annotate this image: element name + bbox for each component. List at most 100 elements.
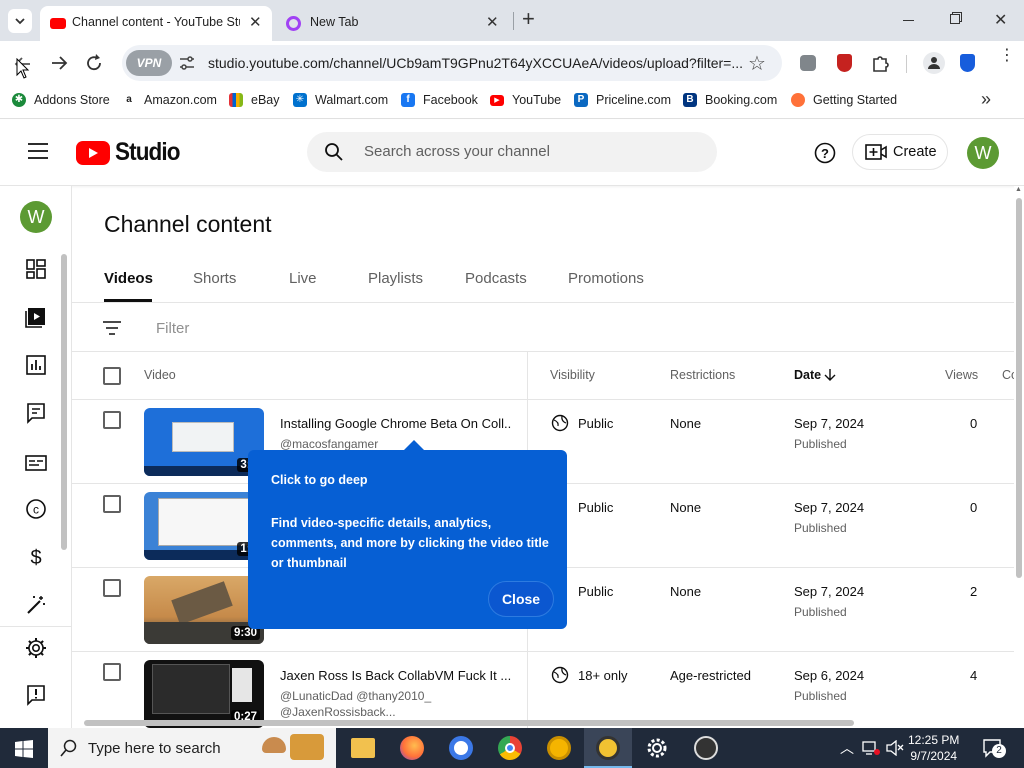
row-checkbox[interactable] [103, 495, 121, 513]
page-vertical-scrollbar[interactable]: ▲ [1014, 186, 1024, 730]
taskbar-search-box[interactable]: Type here to search [48, 728, 336, 768]
close-window-icon[interactable]: ✕ [994, 10, 1007, 30]
sort-down-arrow-icon[interactable] [824, 368, 836, 382]
extension-puzzle-gray-icon[interactable] [800, 55, 816, 71]
browser-tab-newtab[interactable]: New Tab ✕ [276, 6, 512, 41]
tab-videos[interactable]: Videos [104, 270, 153, 287]
address-bar[interactable]: VPN studio.youtube.com/channel/UCb9amT9G… [122, 45, 782, 81]
vpn-badge[interactable]: VPN [126, 50, 172, 76]
visibility-value[interactable]: Public [578, 584, 613, 599]
edge-chromium-icon[interactable] [449, 736, 473, 760]
tab-shorts[interactable]: Shorts [193, 270, 236, 287]
popup-close-button[interactable]: Close [488, 581, 554, 617]
earn-dollar-icon[interactable]: $ [24, 545, 48, 569]
tab-playlists[interactable]: Playlists [368, 270, 423, 287]
file-explorer-icon[interactable] [351, 738, 375, 758]
analytics-icon[interactable] [24, 353, 48, 377]
reload-icon[interactable] [83, 52, 105, 74]
video-title[interactable]: Installing Google Chrome Beta On Coll... [280, 416, 512, 431]
tab-live[interactable]: Live [289, 270, 317, 287]
obs-taskbar-icon[interactable] [694, 736, 718, 760]
filter-input[interactable]: Filter [156, 320, 189, 337]
tray-overflow-chevron-icon[interactable]: ︿ [840, 738, 854, 758]
bookmark-item[interactable]: a Amazon.com [122, 93, 217, 107]
subtitles-icon[interactable] [24, 451, 48, 475]
row-checkbox[interactable] [103, 579, 121, 597]
ublock-shield-icon[interactable] [837, 54, 852, 72]
bookmark-item[interactable]: eBay [229, 93, 280, 107]
chrome-taskbar-icon[interactable] [498, 736, 522, 760]
dashboard-icon[interactable] [24, 257, 48, 281]
close-tab-icon[interactable]: ✕ [249, 13, 262, 31]
browser-tab-active[interactable]: Channel content - YouTube Stu ✕ [40, 6, 272, 41]
hamburger-menu-icon[interactable] [27, 142, 49, 160]
tab-podcasts[interactable]: Podcasts [465, 270, 527, 287]
help-icon[interactable]: ? [814, 142, 836, 164]
table-horizontal-scrollbar[interactable] [72, 718, 1014, 728]
create-button[interactable]: Create [852, 134, 948, 170]
bookmark-item[interactable]: ✱ Addons Store [12, 93, 110, 107]
status-value: Published [794, 521, 847, 535]
column-header-views[interactable]: Views [945, 368, 978, 382]
visibility-value[interactable]: 18+ only [578, 668, 628, 683]
copyright-icon[interactable]: c [24, 497, 48, 521]
url-text[interactable]: studio.youtube.com/channel/UCb9amT9GPnu2… [208, 55, 748, 71]
divider [72, 302, 1024, 303]
restore-icon[interactable] [950, 14, 960, 24]
bookmark-item[interactable]: Getting Started [791, 93, 897, 107]
channel-search-input[interactable]: Search across your channel [307, 132, 717, 172]
visibility-value[interactable]: Public [578, 500, 613, 515]
scroll-up-arrow-icon[interactable]: ▲ [1015, 186, 1022, 193]
bookmark-item[interactable]: f Facebook [401, 93, 478, 107]
windows-start-icon[interactable] [15, 740, 33, 758]
volume-muted-icon[interactable] [886, 740, 904, 756]
video-title[interactable]: Jaxen Ross Is Back CollabVM Fuck It ... [280, 668, 512, 683]
video-thumbnail[interactable]: 3:0 [144, 408, 264, 476]
close-tab-icon[interactable]: ✕ [486, 13, 499, 31]
vertical-scroll-thumb[interactable] [1016, 198, 1022, 578]
column-header-date[interactable]: Date [794, 368, 821, 382]
profile-icon[interactable] [923, 52, 945, 74]
rail-scrollbar[interactable] [61, 254, 67, 550]
filter-icon[interactable] [102, 319, 122, 337]
bookmark-item[interactable]: ▶ YouTube [490, 93, 561, 107]
row-checkbox[interactable] [103, 663, 121, 681]
content-icon[interactable] [24, 305, 48, 329]
new-tab-button[interactable]: + [522, 6, 535, 32]
column-header-restrictions[interactable]: Restrictions [670, 368, 735, 382]
firefox-taskbar-icon[interactable] [400, 736, 424, 760]
settings-taskbar-icon[interactable] [645, 736, 669, 760]
comments-icon[interactable] [24, 401, 48, 425]
visibility-value[interactable]: Public [578, 416, 613, 431]
studio-logo[interactable]: Studio [76, 138, 187, 167]
horizontal-scroll-thumb[interactable] [84, 720, 854, 726]
minimize-icon[interactable] [903, 20, 914, 21]
notification-center-button[interactable]: 2 [982, 738, 1006, 758]
site-settings-icon[interactable] [178, 55, 196, 71]
video-thumbnail[interactable]: 9:30 [144, 576, 264, 644]
tab-promotions[interactable]: Promotions [568, 270, 644, 287]
network-icon[interactable] [862, 740, 880, 756]
canary-taskbar-icon[interactable] [547, 736, 571, 760]
extensions-icon[interactable] [870, 53, 890, 73]
tab-search-button[interactable] [8, 9, 32, 33]
bookmark-item[interactable]: ✳ Walmart.com [293, 93, 388, 107]
bookmark-item[interactable]: B Booking.com [683, 93, 777, 107]
account-avatar[interactable]: W [967, 137, 999, 169]
bitwarden-shield-icon[interactable] [960, 54, 975, 72]
video-thumbnail[interactable]: 1:1 [144, 492, 264, 560]
channel-avatar[interactable]: W [20, 201, 52, 233]
bookmarks-overflow-button[interactable]: » [981, 89, 991, 110]
feedback-icon[interactable] [24, 683, 48, 707]
row-checkbox[interactable] [103, 411, 121, 429]
taskbar-clock[interactable]: 12:25 PM 9/7/2024 [908, 732, 959, 764]
settings-gear-icon[interactable] [24, 636, 48, 660]
forward-arrow-icon[interactable] [48, 52, 70, 74]
select-all-checkbox[interactable] [103, 367, 121, 385]
chrome-menu-icon[interactable]: ⋮ [999, 48, 1015, 64]
brave-taskbar-active[interactable] [584, 728, 632, 768]
customization-wand-icon[interactable] [24, 593, 48, 617]
bookmark-item[interactable]: P Priceline.com [574, 93, 671, 107]
column-header-visibility[interactable]: Visibility [550, 368, 595, 382]
bookmark-star-icon[interactable]: ☆ [748, 51, 766, 76]
